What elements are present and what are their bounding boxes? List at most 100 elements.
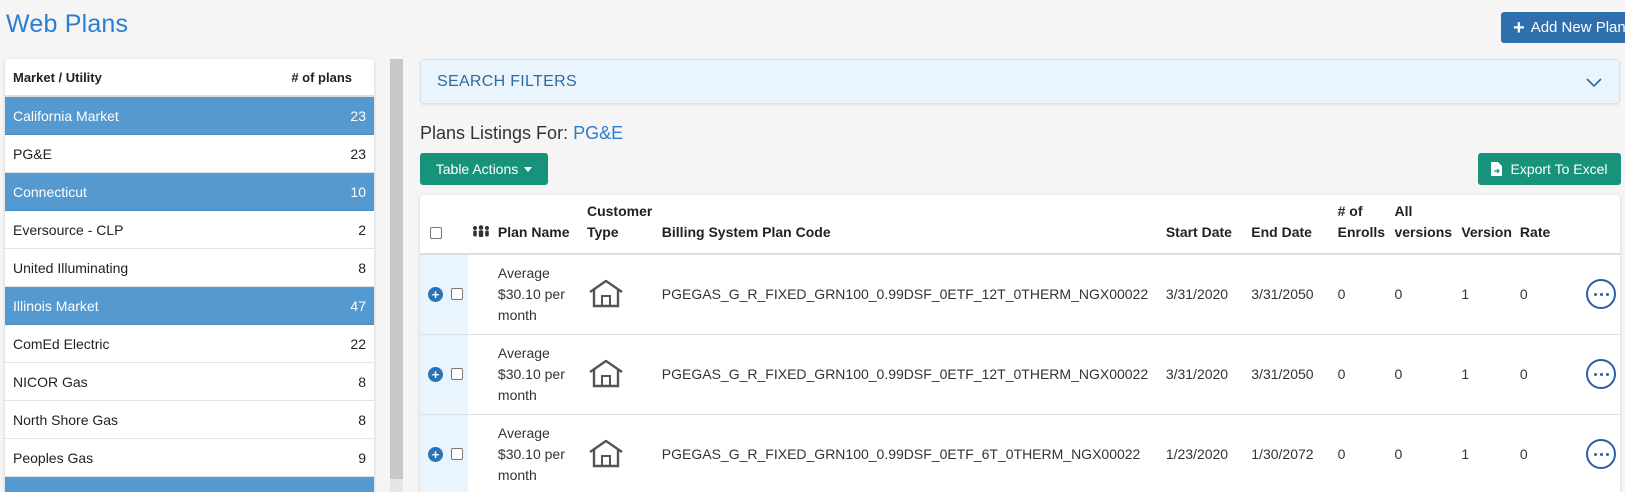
sidebar-item-count: 2 bbox=[358, 221, 366, 238]
enrolls-cell: 0 bbox=[1333, 334, 1391, 415]
market-utility-header: Market / Utility bbox=[13, 69, 102, 85]
version-cell: 1 bbox=[1457, 254, 1516, 335]
row-actions-button[interactable] bbox=[1586, 439, 1616, 469]
row-checkbox[interactable] bbox=[451, 288, 463, 301]
rate-cell: 0 bbox=[1515, 334, 1574, 415]
sidebar-item[interactable]: NICOR Gas 8 bbox=[5, 363, 374, 401]
rate-cell: 0 bbox=[1515, 254, 1574, 335]
listing-utility: PG&E bbox=[573, 123, 624, 143]
expand-row-icon[interactable]: + bbox=[428, 446, 443, 462]
sidebar-header: Market / Utility # of plans bbox=[5, 59, 374, 97]
plan-name-cell: Average $30.10 per month bbox=[493, 414, 583, 492]
sidebar-item-count: 8 bbox=[358, 259, 366, 276]
sidebar-item[interactable]: United Illuminating 8 bbox=[5, 249, 374, 287]
rate-header[interactable]: Rate bbox=[1515, 195, 1574, 255]
plan-name-l3: month bbox=[497, 386, 537, 403]
enrolls-header[interactable]: # of Enrolls bbox=[1333, 195, 1391, 255]
plan-name-cell: Average $30.10 per month bbox=[493, 254, 583, 335]
people-icon bbox=[472, 225, 489, 237]
plan-name-l3: month bbox=[497, 466, 537, 483]
plan-code-header[interactable]: Billing System Plan Code bbox=[657, 195, 1162, 255]
sidebar-item[interactable]: Peoples Gas 9 bbox=[5, 439, 374, 477]
version-cell: 1 bbox=[1457, 334, 1516, 415]
all-versions-cell: 0 bbox=[1390, 414, 1458, 492]
customer-type-header-l1: Customer bbox=[586, 203, 653, 219]
sidebar-item-count: 10 bbox=[350, 183, 366, 200]
version-header[interactable]: Version bbox=[1457, 195, 1516, 255]
row-checkbox[interactable] bbox=[451, 448, 463, 460]
sidebar-item[interactable]: Eversource - CLP 2 bbox=[5, 211, 374, 249]
table-actions-button[interactable]: Table Actions bbox=[420, 153, 548, 185]
plan-name-header[interactable]: Plan Name bbox=[493, 195, 583, 255]
enrolls-cell: 0 bbox=[1333, 254, 1391, 335]
table-row: + Average $30.10 per month PGEGAS_G_R_FIXED_… bbox=[420, 414, 1620, 492]
start-date-cell: 1/23/2020 bbox=[1161, 414, 1248, 492]
plan-name-l2: $30.10 per bbox=[497, 445, 565, 462]
sidebar-item-label: Eversource - CLP bbox=[13, 221, 124, 238]
file-export-icon bbox=[1491, 162, 1503, 176]
plan-code-cell: PGEGAS_G_R_FIXED_GRN100_0.99DSF_0ETF_12T… bbox=[657, 334, 1162, 415]
start-date-header[interactable]: Start Date bbox=[1161, 195, 1248, 255]
sidebar-item-count: 23 bbox=[350, 107, 366, 124]
enrolls-cell: 0 bbox=[1333, 414, 1391, 492]
expand-row-icon[interactable]: + bbox=[428, 366, 443, 382]
sidebar-item[interactable]: California Market 23 bbox=[5, 97, 374, 135]
end-date-cell: 1/30/2072 bbox=[1247, 414, 1334, 492]
plus-icon: + bbox=[1513, 16, 1525, 39]
rate-cell: 0 bbox=[1515, 414, 1574, 492]
scrollbar-thumb[interactable] bbox=[390, 59, 403, 479]
select-all-checkbox[interactable] bbox=[430, 227, 442, 240]
table-row: + Average $30.10 per month PGEGAS_G_R_FIXED_… bbox=[420, 254, 1620, 335]
plans-table: Plan Name Customer Type Billing System Pl… bbox=[420, 195, 1620, 492]
sidebar-item[interactable] bbox=[5, 477, 374, 492]
plan-code-cell: PGEGAS_G_R_FIXED_GRN100_0.99DSF_0ETF_12T… bbox=[657, 254, 1162, 335]
row-actions-button[interactable] bbox=[1586, 359, 1616, 389]
search-filters-label: SEARCH FILTERS bbox=[437, 72, 577, 90]
sidebar-item-label: PG&E bbox=[13, 145, 52, 162]
sidebar-item[interactable]: Connecticut 10 bbox=[5, 173, 374, 211]
expand-row-icon[interactable]: + bbox=[428, 286, 443, 302]
add-new-plan-button[interactable]: + Add New Plan bbox=[1501, 12, 1625, 43]
sidebar-item-count: 22 bbox=[350, 335, 366, 352]
sidebar-item-label: Peoples Gas bbox=[13, 449, 94, 466]
sidebar-item[interactable]: PG&E 23 bbox=[5, 135, 374, 173]
sidebar-item-label: NICOR Gas bbox=[13, 373, 88, 390]
house-icon bbox=[587, 359, 625, 391]
end-date-cell: 3/31/2050 bbox=[1247, 254, 1334, 335]
all-versions-header-l2: versions bbox=[1394, 224, 1453, 240]
chevron-down-icon[interactable] bbox=[1585, 73, 1603, 91]
plan-name-l2: $30.10 per bbox=[497, 365, 565, 382]
add-new-plan-label: Add New Plan bbox=[1530, 19, 1625, 36]
sidebar-item[interactable]: ComEd Electric 22 bbox=[5, 325, 374, 363]
all-versions-header-l1: All bbox=[1394, 203, 1413, 219]
plan-name-cell: Average $30.10 per month bbox=[493, 334, 583, 415]
row-actions-button[interactable] bbox=[1586, 279, 1616, 310]
search-filters-panel[interactable]: SEARCH FILTERS bbox=[420, 59, 1620, 104]
customer-type-header[interactable]: Customer Type bbox=[582, 195, 658, 255]
house-icon bbox=[587, 439, 625, 471]
sidebar-item-label: ComEd Electric bbox=[13, 335, 110, 352]
sidebar-item-count: 8 bbox=[358, 373, 366, 390]
all-versions-header[interactable]: All versions bbox=[1390, 195, 1458, 255]
listing-prefix: Plans Listings For: bbox=[420, 123, 569, 143]
row-checkbox[interactable] bbox=[451, 368, 463, 380]
sidebar-item-count: 9 bbox=[358, 449, 366, 466]
sidebar-item[interactable]: North Shore Gas 8 bbox=[5, 401, 374, 439]
export-label: Export To Excel bbox=[1510, 161, 1608, 177]
enrolls-header-l2: Enrolls bbox=[1337, 224, 1386, 240]
plan-name-l3: month bbox=[497, 306, 537, 323]
enrolls-header-l1: # of bbox=[1337, 203, 1363, 219]
sidebar-item-label: North Shore Gas bbox=[13, 411, 119, 428]
export-to-excel-button[interactable]: Export To Excel bbox=[1478, 153, 1621, 185]
start-date-cell: 3/31/2020 bbox=[1161, 254, 1248, 335]
plan-code-cell: PGEGAS_G_R_FIXED_GRN100_0.99DSF_0ETF_6T_… bbox=[657, 414, 1162, 492]
sidebar-item-count: 8 bbox=[358, 411, 366, 428]
plan-name-l1: Average bbox=[497, 424, 550, 441]
plan-name-l2: $30.10 per bbox=[497, 285, 565, 302]
end-date-header[interactable]: End Date bbox=[1247, 195, 1334, 255]
start-date-cell: 3/31/2020 bbox=[1161, 334, 1248, 415]
sidebar-item-count: 23 bbox=[350, 145, 366, 162]
sidebar-item[interactable]: Illinois Market 47 bbox=[5, 287, 374, 325]
all-versions-cell: 0 bbox=[1390, 254, 1458, 335]
plan-name-l1: Average bbox=[497, 344, 550, 361]
